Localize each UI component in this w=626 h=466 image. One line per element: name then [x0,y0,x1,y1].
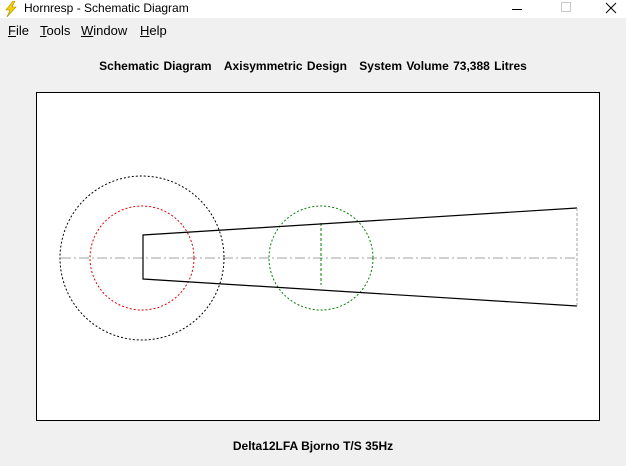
maximize-button[interactable] [541,0,587,18]
maximize-icon [561,2,571,12]
menu-help-label: elp [149,23,167,38]
menu-tools[interactable]: Tools [40,23,70,38]
menu-bar: File Tools Window Help [0,21,626,40]
menu-tools-label: ools [46,23,71,38]
minimize-button[interactable] [494,0,540,18]
menu-window[interactable]: Window [81,23,127,38]
hornresp-lightning-icon [4,0,18,18]
heading-design: Axisymmetric Design [223,59,347,73]
heading-title: Schematic Diagram [99,59,212,73]
menu-window-label: indow [93,23,128,38]
heading-volume: System Volume 73,388 Litres [359,59,527,73]
menu-help[interactable]: Help [140,23,167,38]
menu-file[interactable]: File [8,23,29,38]
schematic-drawing [59,175,578,341]
minimize-icon [512,9,522,10]
menu-help-mnemonic: H [140,23,150,38]
menu-file-mnemonic: F [8,23,16,38]
close-icon [605,2,617,14]
menu-file-label: ile [15,23,29,38]
menu-window-mnemonic: W [81,23,94,38]
diagram-heading: Schematic Diagram Axisymmetric Design Sy… [0,59,626,73]
window-title: Hornresp - Schematic Diagram [24,1,189,15]
close-button[interactable] [587,0,626,18]
title-bar: Hornresp - Schematic Diagram [0,0,626,18]
diagram-footer: Delta12LFA Bjorno T/S 35Hz [232,439,394,453]
schematic-canvas [36,92,600,421]
horn-outline [142,207,578,307]
